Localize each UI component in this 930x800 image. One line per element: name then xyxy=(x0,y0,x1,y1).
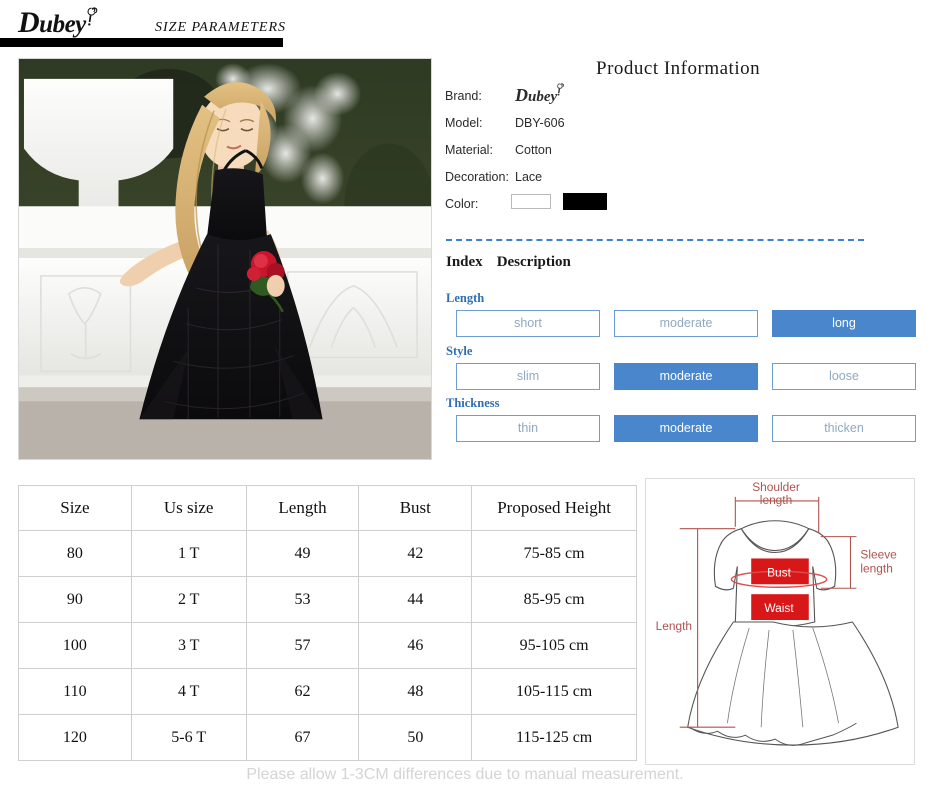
description-heading-text: Description xyxy=(496,254,571,270)
option-thickness-moderate[interactable]: moderate xyxy=(614,415,758,442)
section-divider xyxy=(446,239,864,241)
option-thickness-thicken[interactable]: thicken xyxy=(772,415,916,442)
measurement-disclaimer: Please allow 1-3CM differences due to ma… xyxy=(246,766,684,783)
brand-logo: Dubey xyxy=(18,6,99,40)
cell-proposed-height: 105-115 cm xyxy=(471,668,637,715)
cell-size: 80 xyxy=(18,530,132,577)
cell-bust: 50 xyxy=(358,714,473,761)
brand-value-logo: Dubey xyxy=(515,83,565,106)
page-title: SIZE PARAMETERS xyxy=(155,20,287,35)
table-header-row: Size Us size Length Bust Proposed Height xyxy=(18,485,637,531)
option-row-style: slim moderate loose xyxy=(456,363,916,390)
size-table: Size Us size Length Bust Proposed Height… xyxy=(18,485,637,761)
diagram-label-shoulder-2: length xyxy=(760,493,792,507)
cell-proposed-height: 75-85 cm xyxy=(471,530,637,577)
table-row: 100 3 T 57 46 95-105 cm xyxy=(18,622,637,669)
decoration-value: Lace xyxy=(515,170,543,184)
product-size-chart-page: Dubey SIZE PARAMETERS Product Informatio… xyxy=(0,0,930,800)
cell-proposed-height: 115-125 cm xyxy=(471,714,637,761)
cell-size: 120 xyxy=(18,714,132,761)
cell-us-size: 5-6 T xyxy=(130,714,247,761)
cell-us-size: 4 T xyxy=(130,668,247,715)
table-header-size: Size xyxy=(18,485,132,531)
brand-value-text: ubey xyxy=(528,89,558,105)
material-label: Material: xyxy=(445,143,493,157)
brand-value-capital: D xyxy=(515,85,528,105)
cell-bust: 44 xyxy=(358,576,473,623)
model-label: Model: xyxy=(445,116,483,130)
brand-logo-text: ubey xyxy=(39,11,86,38)
diagram-label-sleeve-2: length xyxy=(860,561,892,575)
option-style-moderate[interactable]: moderate xyxy=(614,363,758,390)
cell-length: 67 xyxy=(245,714,360,761)
cell-size: 110 xyxy=(18,668,132,715)
table-header-length: Length xyxy=(245,485,360,531)
brand-label: Brand: xyxy=(445,89,482,103)
table-row: 90 2 T 53 44 85-95 cm xyxy=(18,576,637,623)
header-rule xyxy=(0,38,283,47)
spiral-lollipop-icon xyxy=(84,7,99,27)
option-style-loose[interactable]: loose xyxy=(772,363,916,390)
cell-length: 62 xyxy=(245,668,360,715)
cell-us-size: 1 T xyxy=(130,530,247,577)
category-label-thickness: Thickness xyxy=(446,396,500,410)
cell-proposed-height: 95-105 cm xyxy=(471,622,637,669)
table-header-proposed-height: Proposed Height xyxy=(471,485,637,531)
cell-bust: 46 xyxy=(358,622,473,669)
diagram-label-bust: Bust xyxy=(767,565,792,579)
cell-bust: 48 xyxy=(358,668,473,715)
product-photo xyxy=(18,58,432,460)
option-length-short[interactable]: short xyxy=(456,310,600,337)
product-information-title: Product Information xyxy=(596,58,761,79)
cell-bust: 42 xyxy=(358,530,473,577)
option-row-thickness: thin moderate thicken xyxy=(456,415,916,442)
cell-proposed-height: 85-95 cm xyxy=(471,576,637,623)
cell-length: 49 xyxy=(245,530,360,577)
cell-us-size: 3 T xyxy=(130,622,247,669)
category-label-length: Length xyxy=(446,291,485,305)
option-row-length: short moderate long xyxy=(456,310,916,337)
diagram-label-waist: Waist xyxy=(764,601,794,615)
option-length-long[interactable]: long xyxy=(772,310,916,337)
material-value: Cotton xyxy=(515,143,552,157)
diagram-label-sleeve-1: Sleeve xyxy=(860,547,897,561)
color-label: Color: xyxy=(445,197,479,211)
cell-length: 53 xyxy=(245,576,360,623)
decoration-label: Decoration: xyxy=(445,170,509,184)
cell-length: 57 xyxy=(245,622,360,669)
index-heading-text: Index xyxy=(446,254,483,270)
black-swatch[interactable] xyxy=(563,193,607,210)
model-value: DBY-606 xyxy=(515,116,565,130)
table-row: 110 4 T 62 48 105-115 cm xyxy=(18,668,637,715)
option-thickness-thin[interactable]: thin xyxy=(456,415,600,442)
category-label-style: Style xyxy=(446,344,473,358)
cell-size: 90 xyxy=(18,576,132,623)
option-style-slim[interactable]: slim xyxy=(456,363,600,390)
table-row: 80 1 T 49 42 75-85 cm xyxy=(18,530,637,577)
white-swatch[interactable] xyxy=(511,194,551,209)
diagram-label-shoulder-1: Shoulder xyxy=(752,480,800,494)
table-row: 120 5-6 T 67 50 115-125 cm xyxy=(18,714,637,761)
option-length-moderate[interactable]: moderate xyxy=(614,310,758,337)
cell-us-size: 2 T xyxy=(130,576,247,623)
index-description-heading: Index Description xyxy=(446,254,571,271)
diagram-label-length: Length xyxy=(656,619,692,633)
cell-size: 100 xyxy=(18,622,132,669)
table-header-bust: Bust xyxy=(358,485,473,531)
dress-measurement-diagram: Bust Waist Shoulder length Sleeve length… xyxy=(645,478,915,765)
table-header-us-size: Us size xyxy=(130,485,247,531)
brand-logo-capital: D xyxy=(18,6,40,39)
spiral-lollipop-icon-small xyxy=(555,83,565,98)
